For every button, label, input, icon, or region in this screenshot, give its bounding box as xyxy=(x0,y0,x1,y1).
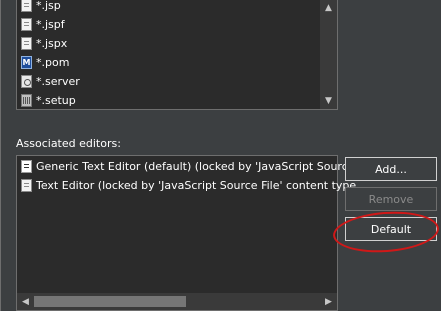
file-type-label: *.jsp xyxy=(36,0,61,12)
scroll-up-icon[interactable]: ▲ xyxy=(320,0,337,16)
text-editor-icon xyxy=(21,179,32,192)
list-item[interactable]: *.setup xyxy=(21,91,76,110)
list-item[interactable]: M *.pom xyxy=(21,53,69,72)
scroll-down-icon[interactable]: ▼ xyxy=(320,92,337,109)
jspx-file-icon xyxy=(21,37,32,50)
list-item[interactable]: *.server xyxy=(21,72,80,91)
associated-editors-label: Associated editors: xyxy=(16,137,121,150)
setup-file-icon xyxy=(21,94,32,107)
file-type-label: *.jspx xyxy=(36,37,68,50)
jsp-file-icon xyxy=(21,0,32,12)
maven-pom-icon: M xyxy=(21,56,32,69)
editor-label: Generic Text Editor (default) (locked by… xyxy=(36,160,355,173)
editor-label: Text Editor (locked by 'JavaScript Sourc… xyxy=(36,179,357,192)
list-item[interactable]: *.jsp xyxy=(21,0,61,15)
file-type-label: *.jspf xyxy=(36,18,65,31)
window-left-border xyxy=(0,0,1,311)
list-item[interactable]: *.jspf xyxy=(21,15,65,34)
scrollbar-thumb[interactable] xyxy=(34,296,186,307)
file-types-list[interactable]: *.jsp *.jspf *.jspx M *.pom *.server *.s… xyxy=(16,0,338,110)
red-annotation-circle xyxy=(331,208,441,256)
vertical-scrollbar[interactable]: ▲ ▼ xyxy=(320,0,337,109)
file-type-label: *.pom xyxy=(36,56,70,69)
file-type-label: *.server xyxy=(36,75,80,88)
scroll-left-icon[interactable]: ◀ xyxy=(17,293,34,310)
jspf-file-icon xyxy=(21,18,32,31)
add-button[interactable]: Add... xyxy=(345,157,437,181)
list-item[interactable]: Text Editor (locked by 'JavaScript Sourc… xyxy=(21,176,356,195)
horizontal-scrollbar[interactable]: ◀ ▶ xyxy=(17,293,337,310)
list-item[interactable]: Generic Text Editor (default) (locked by… xyxy=(21,157,355,176)
generic-text-editor-icon xyxy=(21,160,32,173)
remove-button[interactable]: Remove xyxy=(345,187,437,211)
scroll-right-icon[interactable]: ▶ xyxy=(320,293,337,310)
server-file-icon xyxy=(21,75,32,88)
associated-editors-list[interactable]: Generic Text Editor (default) (locked by… xyxy=(16,155,356,311)
file-type-label: *.setup xyxy=(36,94,76,107)
list-item[interactable]: *.jspx xyxy=(21,34,67,53)
